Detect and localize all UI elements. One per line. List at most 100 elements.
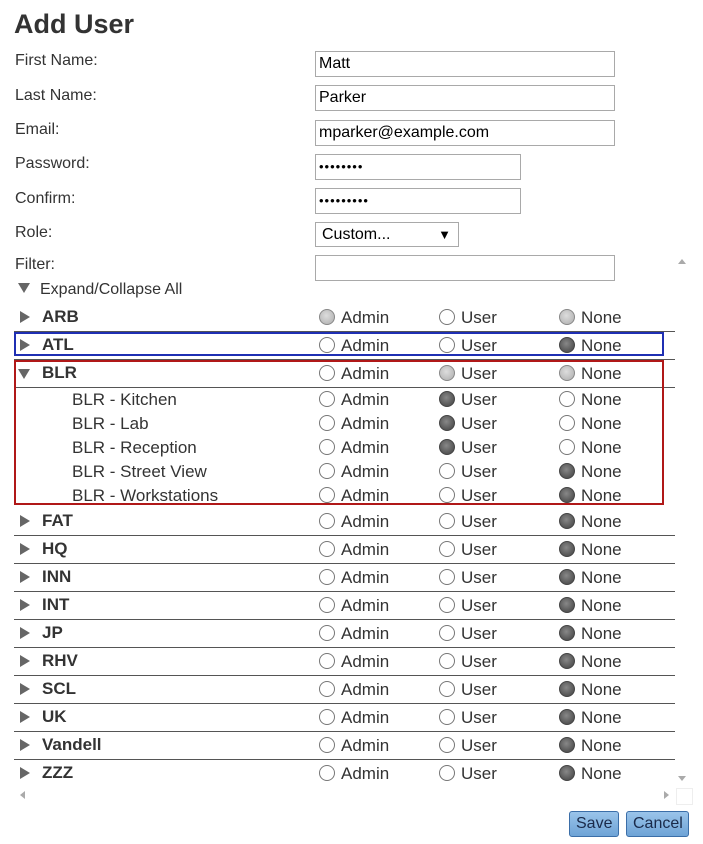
scroll-right-arrow-icon[interactable] (664, 791, 669, 799)
user-radio[interactable] (439, 309, 455, 325)
user-radio[interactable] (439, 625, 455, 641)
user-option[interactable]: User (439, 708, 497, 728)
user-option[interactable]: User (439, 596, 497, 616)
none-radio[interactable] (559, 709, 575, 725)
none-radio[interactable] (559, 569, 575, 585)
admin-option[interactable]: Admin (319, 708, 389, 728)
first-name-input[interactable]: Matt (315, 51, 615, 77)
none-radio[interactable] (559, 653, 575, 669)
triangle-right-icon[interactable] (20, 711, 30, 723)
last-name-input[interactable]: Parker (315, 85, 615, 111)
admin-radio[interactable] (319, 625, 335, 641)
user-radio[interactable] (439, 709, 455, 725)
triangle-right-icon[interactable] (20, 543, 30, 555)
admin-option[interactable]: Admin (319, 736, 389, 756)
admin-radio[interactable] (319, 513, 335, 529)
none-option[interactable]: None (559, 540, 622, 560)
admin-option[interactable]: Admin (319, 596, 389, 616)
admin-option[interactable]: Admin (319, 540, 389, 560)
user-option[interactable]: User (439, 736, 497, 756)
none-option[interactable]: None (559, 596, 622, 616)
admin-option[interactable]: Admin (319, 680, 389, 700)
admin-radio[interactable] (319, 569, 335, 585)
user-radio[interactable] (439, 513, 455, 529)
save-button[interactable]: Save (569, 811, 619, 837)
none-radio[interactable] (559, 597, 575, 613)
none-option[interactable]: None (559, 708, 622, 728)
expand-collapse-all-toggle[interactable]: Expand/Collapse All (18, 281, 182, 299)
user-radio[interactable] (439, 737, 455, 753)
none-option[interactable]: None (559, 680, 622, 700)
admin-option[interactable]: Admin (319, 624, 389, 644)
admin-option[interactable]: Admin (319, 512, 389, 532)
user-option[interactable]: User (439, 680, 497, 700)
none-radio[interactable] (559, 513, 575, 529)
none-option[interactable]: None (559, 568, 622, 588)
tree-row-label: UK (42, 707, 67, 726)
admin-radio[interactable] (319, 709, 335, 725)
admin-radio[interactable] (319, 681, 335, 697)
admin-option[interactable]: Admin (319, 568, 389, 588)
none-option[interactable]: None (559, 764, 622, 784)
triangle-right-icon[interactable] (20, 627, 30, 639)
user-option-label: User (461, 736, 497, 755)
user-radio[interactable] (439, 569, 455, 585)
confirm-password-input[interactable]: ••••••••• (315, 188, 521, 214)
tree-row-label: Vandell (42, 735, 102, 754)
email-input[interactable]: mparker@example.com (315, 120, 615, 146)
user-option[interactable]: User (439, 512, 497, 532)
triangle-right-icon[interactable] (20, 571, 30, 583)
none-radio[interactable] (559, 541, 575, 557)
role-select[interactable]: Custom... ▼ (315, 222, 459, 247)
user-radio[interactable] (439, 765, 455, 781)
scroll-down-arrow-icon[interactable] (678, 776, 686, 781)
user-option[interactable]: User (439, 764, 497, 784)
first-name-label: First Name: (15, 52, 98, 69)
none-radio[interactable] (559, 625, 575, 641)
triangle-right-icon[interactable] (20, 599, 30, 611)
admin-radio[interactable] (319, 541, 335, 557)
user-option[interactable]: User (439, 568, 497, 588)
tree-row-label: HQ (42, 539, 68, 558)
admin-option[interactable]: Admin (319, 308, 389, 328)
none-radio[interactable] (559, 309, 575, 325)
triangle-right-icon[interactable] (20, 683, 30, 695)
triangle-right-icon[interactable] (20, 655, 30, 667)
admin-option[interactable]: Admin (319, 652, 389, 672)
admin-radio[interactable] (319, 653, 335, 669)
user-option[interactable]: User (439, 540, 497, 560)
expand-collapse-all-label: Expand/Collapse All (40, 281, 183, 298)
user-option[interactable]: User (439, 308, 497, 328)
admin-radio[interactable] (319, 737, 335, 753)
admin-radio[interactable] (319, 765, 335, 781)
scroll-left-arrow-icon[interactable] (20, 791, 25, 799)
none-option[interactable]: None (559, 308, 622, 328)
filter-input[interactable] (315, 255, 615, 281)
triangle-right-icon[interactable] (20, 311, 30, 323)
tree-row-label: JP (42, 623, 63, 642)
user-radio[interactable] (439, 541, 455, 557)
user-option[interactable]: User (439, 652, 497, 672)
none-radio[interactable] (559, 737, 575, 753)
password-input[interactable]: •••••••• (315, 154, 521, 180)
none-radio[interactable] (559, 681, 575, 697)
none-option[interactable]: None (559, 652, 622, 672)
user-option-label: User (461, 708, 497, 727)
none-option[interactable]: None (559, 512, 622, 532)
none-option[interactable]: None (559, 624, 622, 644)
user-radio[interactable] (439, 681, 455, 697)
none-radio[interactable] (559, 765, 575, 781)
triangle-right-icon[interactable] (20, 739, 30, 751)
user-radio[interactable] (439, 653, 455, 669)
scroll-up-arrow-icon[interactable] (678, 259, 686, 264)
tree-row-label: INN (42, 567, 72, 586)
none-option[interactable]: None (559, 736, 622, 756)
admin-radio[interactable] (319, 597, 335, 613)
cancel-button[interactable]: Cancel (626, 811, 689, 837)
admin-option[interactable]: Admin (319, 764, 389, 784)
user-option[interactable]: User (439, 624, 497, 644)
triangle-right-icon[interactable] (20, 767, 30, 779)
user-radio[interactable] (439, 597, 455, 613)
triangle-right-icon[interactable] (20, 515, 30, 527)
admin-radio[interactable] (319, 309, 335, 325)
